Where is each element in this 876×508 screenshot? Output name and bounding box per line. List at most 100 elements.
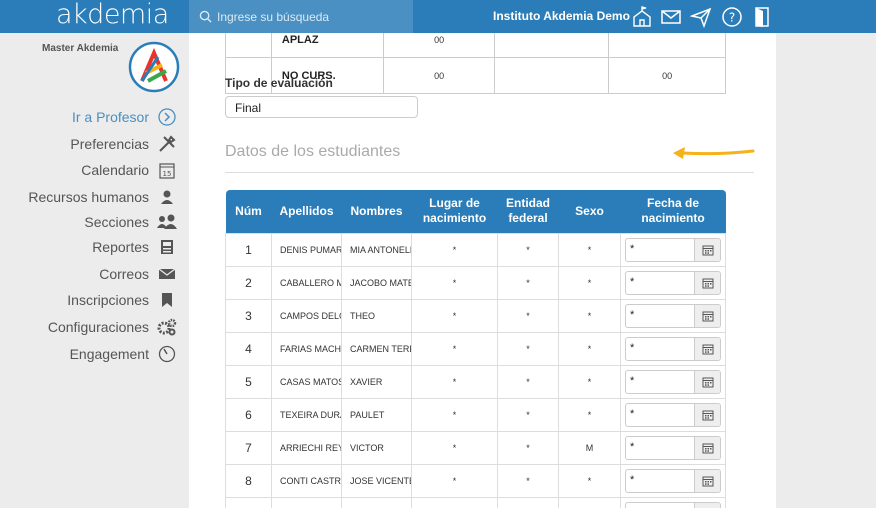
sidebar-item-label: Recursos humanos xyxy=(28,189,149,205)
cell-num: 6 xyxy=(225,397,272,432)
birthdate-input[interactable]: * xyxy=(626,437,694,459)
sidebar-item-label: Inscripciones xyxy=(67,292,149,308)
cell-lugar-nacimiento[interactable]: * xyxy=(411,463,498,498)
summary-value xyxy=(608,33,726,58)
cell-sexo[interactable]: * xyxy=(558,463,621,498)
cell-entidad-federal[interactable]: * xyxy=(497,397,559,432)
arrow-left-icon xyxy=(673,147,755,159)
column-header-lugar: Lugar de nacimiento xyxy=(411,190,498,233)
report-icon xyxy=(157,237,177,257)
cell-entidad-federal[interactable]: * xyxy=(497,298,559,333)
calendar-picker-icon[interactable] xyxy=(694,271,720,294)
cell-sexo[interactable]: * xyxy=(558,397,621,432)
cell-entidad-federal[interactable]: * xyxy=(497,364,559,399)
send-icon[interactable] xyxy=(690,6,712,28)
avatar[interactable] xyxy=(128,41,180,93)
section-title: Datos de los estudiantes xyxy=(225,143,401,160)
sidebar-item-preferencias[interactable]: Preferencias xyxy=(70,133,177,155)
cell-apellidos: CABALLERO MONT xyxy=(271,265,342,300)
calendar-picker-icon[interactable] xyxy=(694,304,720,327)
table-row: APLAZ 00 xyxy=(225,33,726,58)
cell-lugar-nacimiento[interactable] xyxy=(411,496,498,508)
sidebar-item-correos[interactable]: Correos xyxy=(99,263,177,285)
date-field: * xyxy=(625,270,721,295)
calendar-picker-icon[interactable] xyxy=(694,436,720,459)
mail-icon[interactable] xyxy=(660,6,682,28)
cell-num: 8 xyxy=(225,463,272,498)
cell-fecha-nacimiento: * xyxy=(620,463,726,498)
birthdate-input[interactable]: * xyxy=(626,371,694,393)
sidebar-item-recursos-humanos[interactable]: Recursos humanos xyxy=(28,186,177,208)
cell-nombres: PAULET xyxy=(341,397,412,432)
cell-sexo[interactable] xyxy=(558,496,621,508)
birthdate-input[interactable] xyxy=(626,503,694,508)
cell-lugar-nacimiento[interactable]: * xyxy=(411,331,498,366)
birthdate-input[interactable]: * xyxy=(626,470,694,492)
calendar-picker-icon[interactable] xyxy=(694,469,720,492)
cell-sexo[interactable]: * xyxy=(558,364,621,399)
cell-entidad-federal[interactable]: * xyxy=(497,331,559,366)
sidebar-item-reportes[interactable]: Reportes xyxy=(92,236,177,258)
cell-fecha-nacimiento: * xyxy=(620,232,726,267)
cell-entidad-federal[interactable]: * xyxy=(497,463,559,498)
search-input[interactable]: Ingrese su búsqueda xyxy=(217,10,329,24)
cell-sexo[interactable]: * xyxy=(558,265,621,300)
cell-sexo[interactable]: * xyxy=(558,232,621,267)
cell-apellidos: TEXEIRA DURAN xyxy=(271,397,342,432)
person-icon xyxy=(157,187,177,207)
sidebar-item-engagement[interactable]: Engagement xyxy=(70,343,177,365)
cell-entidad-federal[interactable] xyxy=(497,496,559,508)
sidebar-item-inscripciones[interactable]: Inscripciones xyxy=(67,289,177,311)
app-logo[interactable]: akdemia xyxy=(56,0,169,30)
calendar-picker-icon[interactable] xyxy=(694,403,720,426)
evaluation-type-field[interactable]: Final xyxy=(225,96,418,118)
cell-apellidos xyxy=(271,496,342,508)
cell-num: 7 xyxy=(225,430,272,465)
institute-name[interactable]: Instituto Akdemia Demo xyxy=(493,9,630,23)
cell-sexo[interactable]: * xyxy=(558,331,621,366)
calendar-picker-icon[interactable] xyxy=(694,370,720,393)
cell-fecha-nacimiento: * xyxy=(620,430,726,465)
birthdate-input[interactable]: * xyxy=(626,404,694,426)
cell-sexo[interactable]: M xyxy=(558,430,621,465)
sidebar-item-secciones[interactable]: Secciones xyxy=(84,211,177,233)
cell-entidad-federal[interactable]: * xyxy=(497,430,559,465)
logout-icon[interactable] xyxy=(751,6,773,28)
cell-sexo[interactable]: * xyxy=(558,298,621,333)
table-row: 3CAMPOS DELGADOTHEO**** xyxy=(225,298,726,333)
birthdate-input[interactable]: * xyxy=(626,239,694,261)
cell-lugar-nacimiento[interactable]: * xyxy=(411,364,498,399)
summary-value: 00 xyxy=(382,33,496,58)
user-name: Master Akdemia xyxy=(42,43,119,54)
bookmark-icon xyxy=(157,290,177,310)
help-icon[interactable]: ? xyxy=(721,6,743,28)
cell-lugar-nacimiento[interactable]: * xyxy=(411,430,498,465)
calendar-picker-icon[interactable] xyxy=(694,238,720,261)
right-margin xyxy=(776,33,876,508)
date-field: * xyxy=(625,402,721,427)
column-header-apellidos: Apellidos xyxy=(271,190,342,233)
summary-value xyxy=(494,57,610,94)
search-box[interactable]: Ingrese su búsqueda xyxy=(189,0,413,33)
cell-lugar-nacimiento[interactable]: * xyxy=(411,298,498,333)
cell-entidad-federal[interactable]: * xyxy=(497,265,559,300)
cell-lugar-nacimiento[interactable]: * xyxy=(411,397,498,432)
cell-num: 4 xyxy=(225,331,272,366)
svg-text:15: 15 xyxy=(163,170,172,178)
sidebar-item-ir-a-profesor[interactable]: Ir a Profesor xyxy=(72,106,177,128)
sidebar-item-calendario[interactable]: Calendario 15 xyxy=(81,159,177,181)
sidebar-item-configuraciones[interactable]: Configuraciones xyxy=(48,316,177,338)
calendar-picker-icon[interactable] xyxy=(694,502,720,508)
calendar-picker-icon[interactable] xyxy=(694,337,720,360)
calendar-icon: 15 xyxy=(157,160,177,180)
cell-lugar-nacimiento[interactable]: * xyxy=(411,265,498,300)
school-icon[interactable] xyxy=(631,6,653,28)
birthdate-input[interactable]: * xyxy=(626,305,694,327)
birthdate-input[interactable]: * xyxy=(626,338,694,360)
cell-fecha-nacimiento: * xyxy=(620,298,726,333)
birthdate-input[interactable]: * xyxy=(626,272,694,294)
cell-lugar-nacimiento[interactable]: * xyxy=(411,232,498,267)
cell-entidad-federal[interactable]: * xyxy=(497,232,559,267)
table-row: 4FARIAS MACHADOCARMEN TERESA**** xyxy=(225,331,726,366)
table-row: 9 xyxy=(225,496,726,508)
